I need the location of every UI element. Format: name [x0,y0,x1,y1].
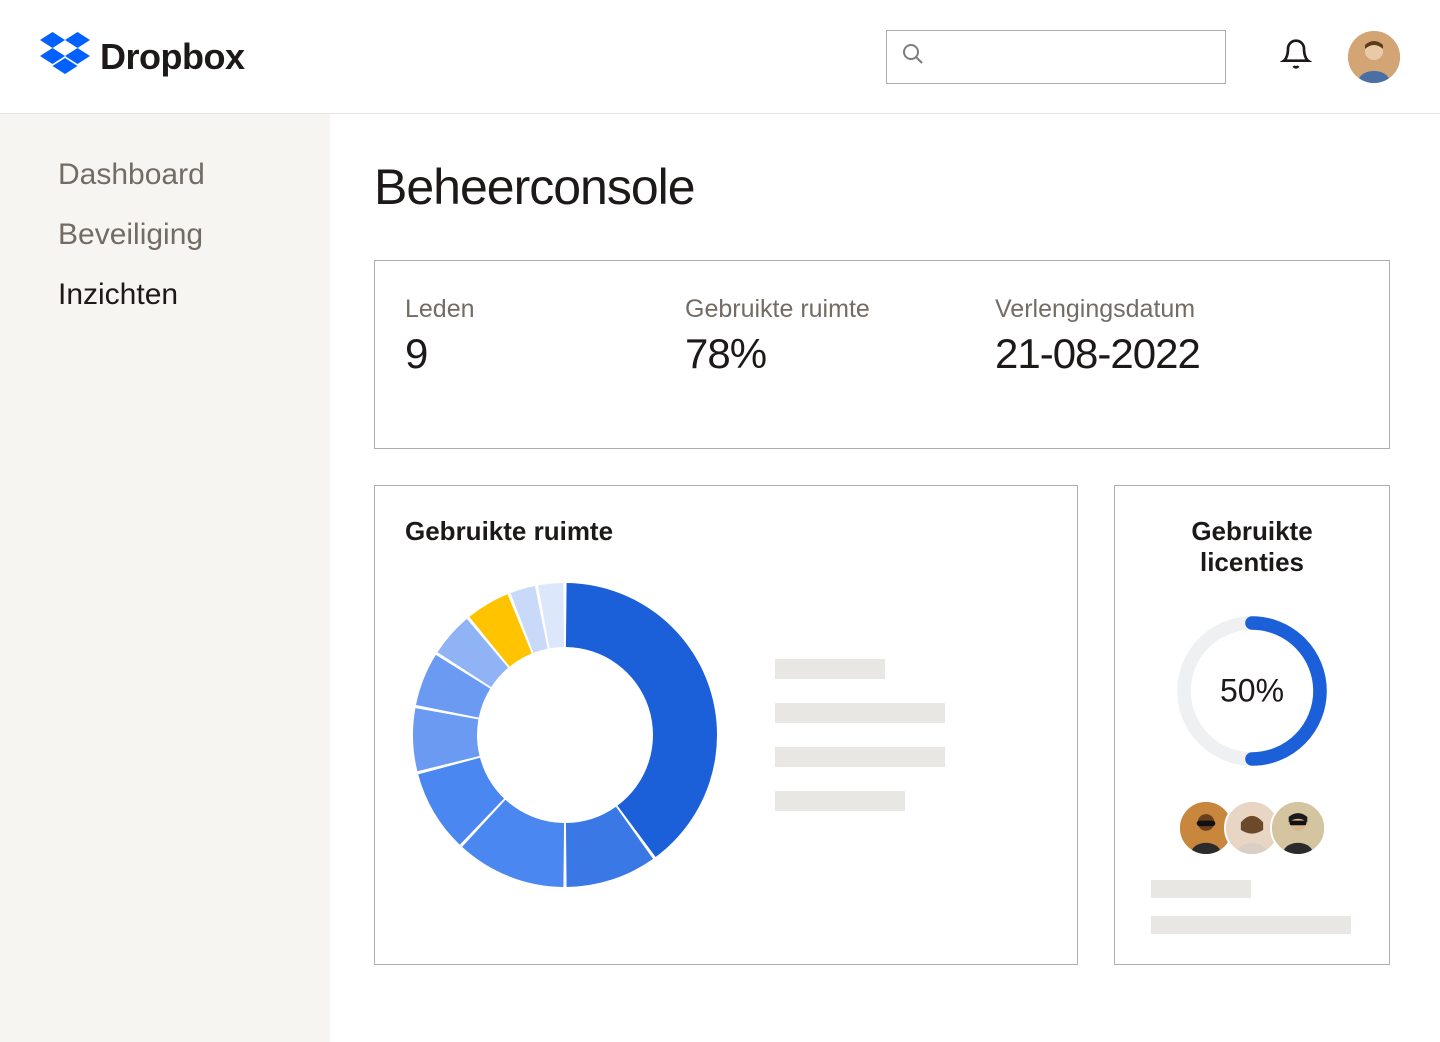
skeleton-line [775,747,945,767]
sidebar-item-dashboard[interactable]: Dashboard [58,158,330,192]
stat-space: Gebruikte ruimte 78% [685,295,995,378]
space-usage-donut-chart [405,575,725,895]
summary-stats-card: Leden 9 Gebruikte ruimte 78% Verlengings… [374,260,1390,449]
search-input[interactable] [935,45,1211,68]
brand-logo[interactable]: Dropbox [40,32,245,81]
license-users-avatars [1145,800,1359,856]
user-avatar[interactable] [1348,31,1400,83]
skeleton-line [775,659,885,679]
panel-title: Gebruikte licenties [1145,516,1359,578]
search-icon [901,42,925,71]
panel-title: Gebruikte ruimte [405,516,1047,547]
stat-label: Gebruikte ruimte [685,295,995,324]
licenses-panel: Gebruikte licenties 50% [1114,485,1390,965]
app-header: Dropbox [0,0,1440,114]
skeleton-line [775,791,905,811]
sidebar-item-inzichten[interactable]: Inzichten [58,278,330,312]
sidebar-item-label: Beveiliging [58,218,203,251]
skeleton-line [1151,880,1251,898]
stat-value: 9 [405,330,685,378]
skeleton-line [775,703,945,723]
stat-value: 21-08-2022 [995,330,1359,378]
skeleton-line [1151,916,1351,934]
dropbox-logo-icon [40,32,90,81]
legend-placeholder [775,659,945,811]
main-content: Beheerconsole Leden 9 Gebruikte ruimte 7… [330,114,1440,1042]
page-title: Beheerconsole [374,158,1390,216]
licenses-gauge: 50% [1167,606,1337,776]
stat-label: Verlengingsdatum [995,295,1359,324]
stat-value: 78% [685,330,995,378]
stat-renewal: Verlengingsdatum 21-08-2022 [995,295,1359,378]
sidebar-item-beveiliging[interactable]: Beveiliging [58,218,330,252]
sidebar: Dashboard Beveiliging Inzichten [0,114,330,1042]
notifications-icon[interactable] [1280,38,1312,75]
stat-members: Leden 9 [405,295,685,378]
licenses-percent-label: 50% [1220,673,1284,710]
stat-label: Leden [405,295,685,324]
user-avatar-icon [1270,800,1326,856]
search-box[interactable] [886,30,1226,84]
sidebar-item-label: Dashboard [58,158,205,191]
brand-name: Dropbox [100,36,245,78]
sidebar-item-label: Inzichten [58,278,178,311]
license-placeholder [1145,880,1359,934]
space-usage-panel: Gebruikte ruimte [374,485,1078,965]
